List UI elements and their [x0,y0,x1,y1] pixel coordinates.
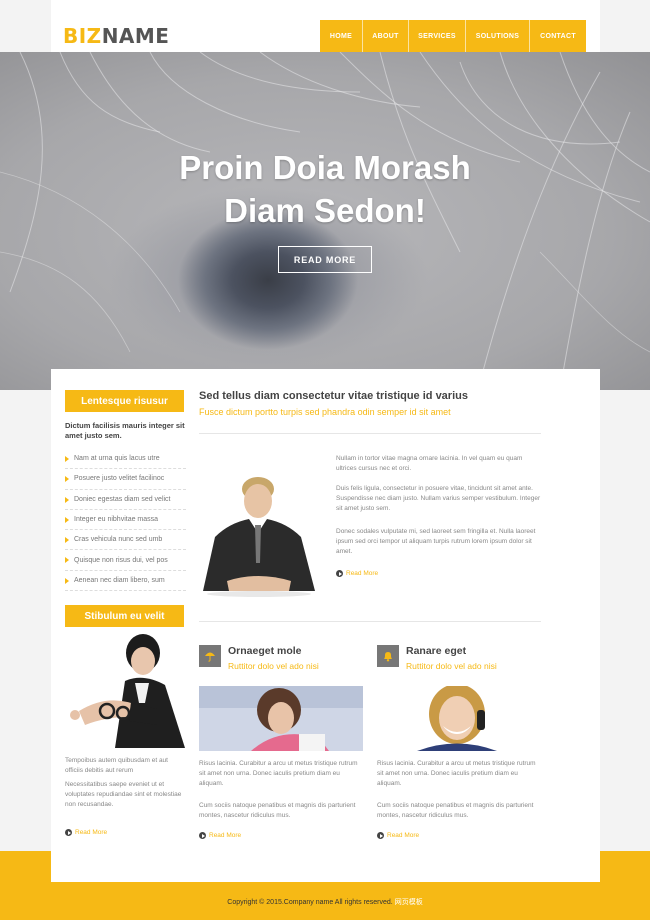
sidebar-item[interactable]: Posuere justo velitet facilinoc [65,469,186,490]
main-nav: HOME ABOUT SERVICES SOLUTIONS CONTACT [320,20,586,53]
sidebar-item-label: Cras vehicula nunc sed umb [74,536,163,544]
feature-1-paragraph-2: Cum sociis natoque penatibus et magnis d… [199,802,356,819]
sidebar-item[interactable]: Quisque non risus dui, vel pos [65,550,186,571]
feature-icon-box [377,645,399,667]
feature-subtitle-1: Ruttitor dolo vel ado nisi [228,661,319,671]
arrow-icon [65,496,69,503]
nav-solutions[interactable]: SOLUTIONS [466,20,530,53]
arrow-icon [65,476,69,483]
nav-services[interactable]: SERVICES [409,20,466,53]
main-title: Sed tellus diam consectetur vitae tristi… [199,390,468,402]
read-more-label: Read More [209,832,242,839]
main-paragraph-1: Nullam in tortor vitae magna ornare laci… [336,455,523,472]
sidebar-item-label: Integer eu nibhvitae massa [74,516,159,524]
hero-banner: Proin Doia Morash Diam Sedon! READ MORE [0,52,650,390]
sidebar-item-label: Posuere justo velitet facilinoc [74,475,165,483]
play-circle-icon [336,570,343,577]
sidebar-text-2: Necessitatibus saepe eveniet ut et volup… [65,781,182,808]
logo-part-name: NAME [101,24,170,48]
divider [199,433,541,434]
sidebar-item-label: Doniec egestas diam sed velict [74,495,171,503]
feature-2-paragraph-1: Risus lacinia. Curabitur a arcu ut metus… [377,760,536,787]
main-read-more[interactable]: Read More [336,570,378,577]
sidebar-heading-2: Stibulum eu velit [65,605,184,627]
woman-reading-image [199,686,363,751]
sidebar-item[interactable]: Integer eu nibhvitae massa [65,510,186,531]
footer-link[interactable]: 网页模板 [395,899,423,906]
businessman-image [199,473,319,598]
woman-on-phone-image [377,686,541,751]
sidebar-read-more[interactable]: Read More [65,829,107,836]
sidebar-item-label: Nam at urna quis lacus utre [74,455,160,463]
read-more-label: Read More [387,832,420,839]
copyright-text: Copyright © 2015.Company name All rights… [227,899,393,906]
main-paragraph-3: Donec sodales vulputate mi, sed laoreet … [336,528,536,555]
play-circle-icon [199,832,206,839]
feature-1-read-more[interactable]: Read More [199,832,241,839]
bell-icon [384,652,392,662]
content-panel: Lentesque risusur Dictum facilisis mauri… [51,369,600,882]
hero-read-more-button[interactable]: READ MORE [278,246,372,273]
feature-icon-box [199,645,221,667]
copyright: Copyright © 2015.Company name All rights… [0,897,650,907]
arrow-icon [65,557,69,564]
feature-subtitle-2: Ruttitor dolo vel ado nisi [406,661,497,671]
sidebar-intro: Dictum facilisis mauris integer sit amet… [65,421,185,440]
divider [199,621,541,622]
main-paragraph-2: Duis felis ligula, consectetur in posuer… [336,485,541,512]
umbrella-icon [205,652,215,662]
main-subtitle: Fusce dictum portto turpis sed phandra o… [199,407,451,417]
sidebar-item[interactable]: Cras vehicula nunc sed umb [65,530,186,551]
feature-2-read-more[interactable]: Read More [377,832,419,839]
arrow-icon [65,577,69,584]
sidebar-text-1: Tempoibus autem quibusdam et aut officii… [65,757,168,774]
nav-home[interactable]: HOME [320,20,363,53]
read-more-label: Read More [75,829,108,836]
sidebar-item[interactable]: Aenean nec diam libero, sum [65,571,186,592]
logo-part-biz: BIZ [63,24,102,48]
read-more-label: Read More [346,570,379,577]
sidebar-item-label: Aenean nec diam libero, sum [74,576,165,584]
nav-contact[interactable]: CONTACT [530,20,586,53]
sidebar-list: Nam at urna quis lacus utre Posuere just… [65,449,186,592]
sidebar-heading-1: Lentesque risusur [65,390,184,412]
feature-title-1: Ornaeget mole [228,645,302,657]
play-circle-icon [65,829,72,836]
play-circle-icon [377,832,384,839]
arrow-icon [65,516,69,523]
sidebar-item[interactable]: Nam at urna quis lacus utre [65,449,186,470]
hero-title: Proin Doia Morash Diam Sedon! [0,146,650,232]
hero-title-line1: Proin Doia Morash [179,149,471,186]
sidebar-item-label: Quisque non risus dui, vel pos [74,556,168,564]
hero-title-line2: Diam Sedon! [224,192,426,229]
logo[interactable]: BIZNAME [63,24,169,48]
nav-about[interactable]: ABOUT [363,20,409,53]
feature-1-paragraph-1: Risus lacinia. Curabitur a arcu ut metus… [199,760,358,787]
feature-title-2: Ranare eget [406,645,467,657]
arrow-icon [65,537,69,544]
arrow-icon [65,456,69,462]
feature-2-paragraph-2: Cum sociis natoque penatibus et magnis d… [377,802,534,819]
sidebar-item[interactable]: Doniec egestas diam sed velict [65,490,186,510]
woman-holding-glasses-image [65,633,185,748]
